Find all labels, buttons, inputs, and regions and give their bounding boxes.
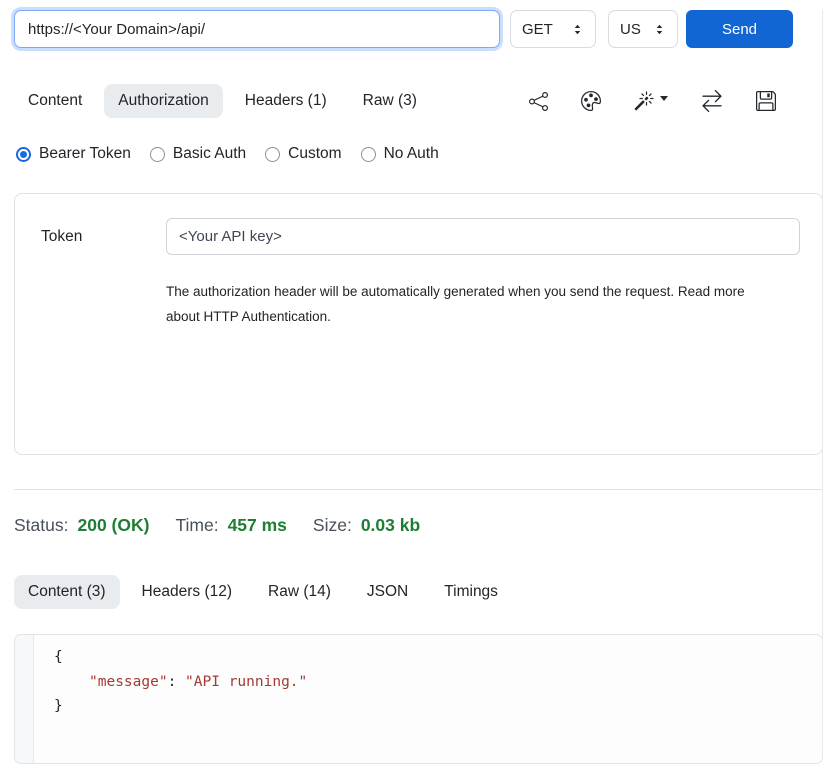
request-toolbar — [529, 90, 823, 112]
method-select-value: GET — [522, 21, 553, 38]
token-label: Token — [41, 228, 166, 246]
time-value: 457 ms — [228, 515, 287, 536]
tab-response-json[interactable]: JSON — [353, 575, 422, 609]
auth-option-label: Basic Auth — [173, 145, 246, 163]
auth-option-label: Bearer Token — [39, 145, 131, 163]
status-label: Status: — [14, 515, 68, 536]
select-arrows-icon — [571, 23, 584, 36]
tab-response-raw[interactable]: Raw (14) — [254, 575, 345, 609]
radio-unchecked-icon[interactable] — [361, 147, 376, 162]
json-separator: : — [168, 674, 185, 690]
auth-option-basic-auth[interactable]: Basic Auth — [150, 145, 246, 163]
auth-option-no-auth[interactable]: No Auth — [361, 145, 439, 163]
page-right-border — [822, 10, 823, 760]
section-divider — [14, 489, 823, 490]
method-select[interactable]: GET — [510, 10, 596, 48]
code-line-message: "message": "API running." — [54, 670, 307, 695]
auth-type-options: Bearer Token Basic Auth Custom No Auth — [16, 145, 821, 163]
auth-option-label: No Auth — [384, 145, 439, 163]
share-icon[interactable] — [529, 92, 548, 111]
code-line-close: } — [54, 694, 307, 719]
tab-response-headers[interactable]: Headers (12) — [128, 575, 246, 609]
palette-icon[interactable] — [581, 91, 601, 111]
token-input[interactable] — [166, 218, 800, 255]
tab-headers[interactable]: Headers (1) — [231, 84, 341, 118]
region-select[interactable]: US — [608, 10, 678, 48]
tab-content[interactable]: Content — [14, 84, 96, 118]
radio-unchecked-icon[interactable] — [265, 147, 280, 162]
caret-down-icon — [660, 96, 668, 101]
time-label: Time: — [175, 515, 218, 536]
token-help-line1: The authorization header will be automat… — [166, 279, 766, 304]
magic-wand-icon[interactable] — [634, 91, 668, 111]
code-gutter — [15, 635, 34, 763]
tab-response-content[interactable]: Content (3) — [14, 575, 120, 609]
radio-unchecked-icon[interactable] — [150, 147, 165, 162]
save-icon[interactable] — [756, 91, 776, 111]
response-status-row: Status: 200 (OK) Time: 457 ms Size: 0.03… — [14, 515, 823, 536]
response-tabs: Content (3) Headers (12) Raw (14) JSON T… — [14, 575, 823, 609]
status-value: 200 (OK) — [77, 515, 149, 536]
token-help-line2: about HTTP Authentication. — [166, 304, 766, 329]
size-value: 0.03 kb — [361, 515, 420, 536]
send-button[interactable]: Send — [686, 10, 793, 48]
size-label: Size: — [313, 515, 352, 536]
select-arrows-icon — [653, 23, 666, 36]
tab-authorization[interactable]: Authorization — [104, 84, 222, 118]
json-value: "API running." — [185, 674, 307, 690]
tab-raw[interactable]: Raw (3) — [349, 84, 431, 118]
request-tabs: Content Authorization Headers (1) Raw (3… — [14, 84, 823, 118]
request-bar: GET US Send — [14, 10, 823, 48]
swap-arrows-icon[interactable] — [701, 90, 723, 112]
auth-option-label: Custom — [288, 145, 341, 163]
bearer-token-panel: Token The authorization header will be a… — [14, 193, 823, 455]
code-line-open: { — [54, 645, 307, 670]
region-select-value: US — [620, 21, 641, 38]
auth-option-bearer-token[interactable]: Bearer Token — [16, 145, 131, 163]
auth-option-custom[interactable]: Custom — [265, 145, 341, 163]
json-key: "message" — [89, 674, 168, 690]
response-json-body: { "message": "API running." } — [34, 635, 307, 763]
radio-checked-icon[interactable] — [16, 147, 31, 162]
response-body-code-block: { "message": "API running." } — [14, 634, 823, 764]
tab-response-timings[interactable]: Timings — [430, 575, 512, 609]
token-help-text: The authorization header will be automat… — [166, 279, 766, 329]
url-input[interactable] — [14, 10, 500, 48]
